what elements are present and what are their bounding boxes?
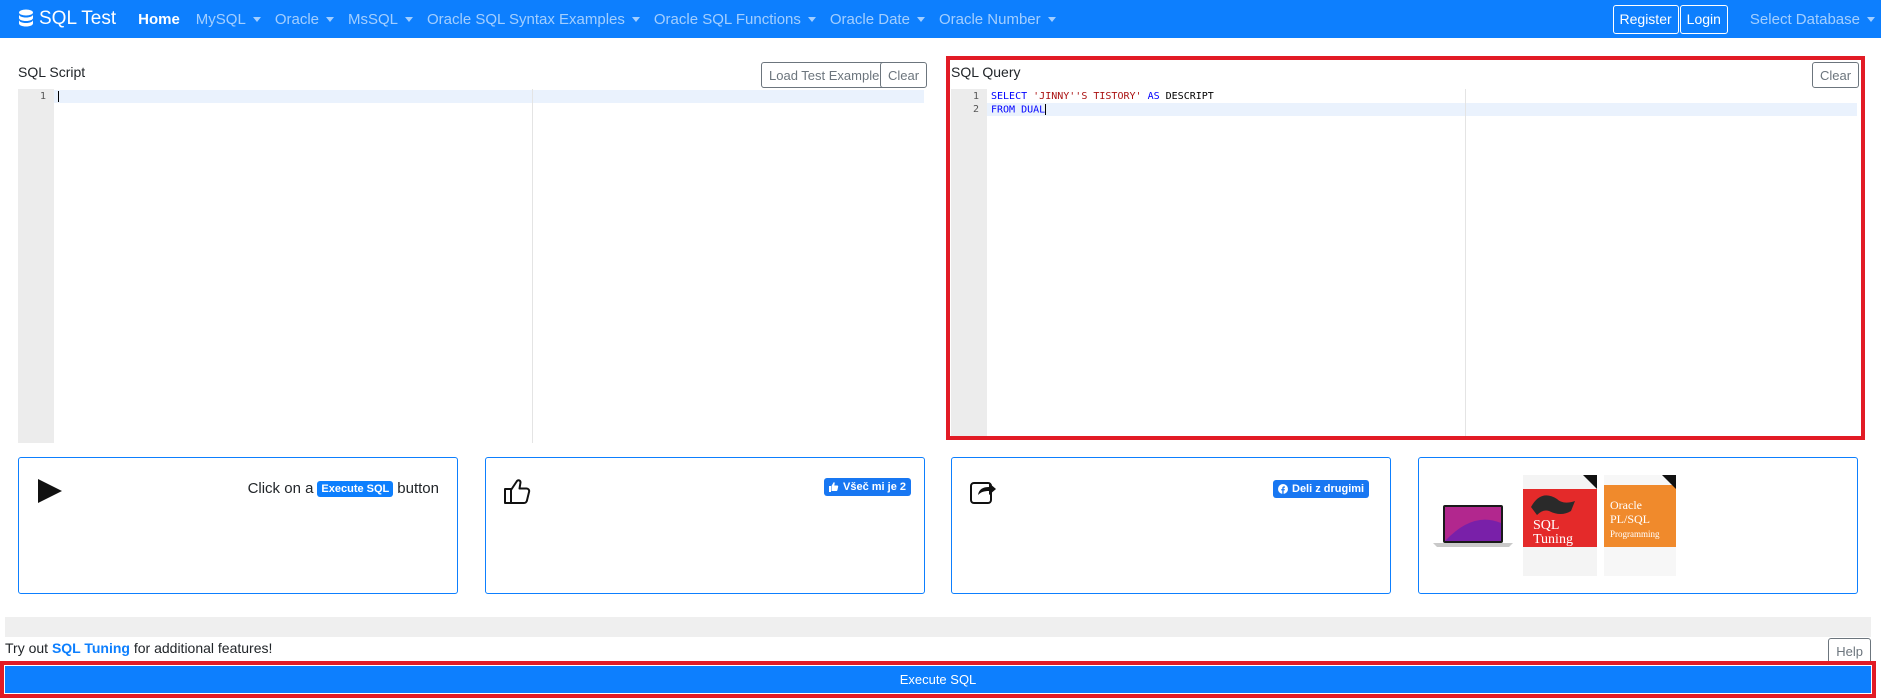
sql-script-editor[interactable]: 1	[18, 89, 924, 443]
sql-identifier: DESCRIPT	[1165, 91, 1214, 102]
nav-item-label: Oracle Number	[938, 10, 1041, 28]
caret-down-icon	[807, 16, 816, 22]
select-database-dropdown[interactable]: Select Database	[1750, 11, 1875, 28]
nav-item-oracle-number[interactable]: Oracle Number	[939, 11, 1056, 28]
play-icon	[38, 479, 62, 503]
nav-item-mysql[interactable]: MySQL	[196, 11, 261, 28]
login-button[interactable]: Login	[1679, 4, 1728, 34]
sql-tuning-link[interactable]: SQL Tuning	[52, 640, 130, 656]
caret-down-icon	[916, 16, 925, 22]
thumbs-up-icon	[829, 482, 839, 492]
sql-keyword: FROM	[991, 104, 1016, 116]
database-icon	[19, 9, 33, 27]
thumbs-up-icon	[504, 479, 531, 504]
nav-item-label: MySQL	[195, 10, 246, 28]
code-line: FROM DUAL	[991, 104, 1047, 116]
nav-item-label: MsSQL	[348, 10, 399, 28]
share-card: Deli z drugimi	[951, 457, 1391, 594]
caret-down-icon	[252, 16, 261, 22]
sql-keyword: AS	[1147, 91, 1160, 102]
load-test-example-button[interactable]: Load Test Example	[761, 62, 888, 88]
nav-item-oracle-sql-syntax[interactable]: Oracle SQL Syntax Examples	[427, 11, 640, 28]
line-gutter	[951, 89, 987, 436]
line-gutter	[18, 89, 54, 443]
like-card: Všeč mi je 2	[485, 457, 925, 594]
print-margin	[1465, 89, 1466, 436]
caret-down-icon	[1867, 16, 1875, 22]
plsql-book-title: Oracle	[1610, 498, 1642, 512]
laptop-image[interactable]	[1433, 503, 1513, 551]
sql-script-title: SQL Script	[18, 64, 86, 80]
nav-item-label: Oracle SQL Functions	[653, 10, 801, 28]
nav-item-label: Oracle	[274, 10, 319, 28]
execute-hint-card: Click on a Execute SQL button	[18, 457, 458, 594]
nav-item-label: Home	[138, 10, 180, 28]
top-navbar: SQL Test Home MySQL Oracle MsSQL Oracle …	[0, 0, 1881, 38]
nav-item-label: Oracle SQL Syntax Examples	[427, 10, 625, 28]
sql-string: 'JINNY''S TISTORY'	[1033, 91, 1142, 102]
execute-hint-text: button	[397, 480, 439, 497]
nav-item-label: Oracle Date	[829, 10, 910, 28]
products-card: SQL Tuning Oracle PL/SQL Programming	[1418, 457, 1858, 594]
share-icon	[970, 482, 996, 504]
execute-hint-text: Click on a	[247, 480, 314, 497]
print-margin	[532, 89, 533, 443]
sql-tuning-book-title: Tuning	[1533, 532, 1573, 547]
execute-hint: Click on a Execute SQL button	[248, 480, 439, 497]
execute-sql-badge: Execute SQL	[317, 480, 394, 497]
nav-item-oracle[interactable]: Oracle	[275, 11, 334, 28]
nav-right: Register Login Select Database	[1612, 0, 1881, 38]
brand[interactable]: SQL Test	[18, 8, 116, 30]
nav-item-oracle-sql-functions[interactable]: Oracle SQL Functions	[654, 11, 816, 28]
clear-script-button[interactable]: Clear	[880, 62, 928, 88]
share-label: Deli z drugimi	[1292, 483, 1365, 495]
results-area	[5, 617, 1871, 637]
brand-label: SQL Test	[39, 8, 117, 29]
clear-query-button[interactable]: Clear	[1812, 62, 1860, 88]
execute-sql-button[interactable]: Execute SQL	[5, 666, 1871, 693]
sql-identifier: DUAL	[1021, 104, 1046, 116]
try-text-pre: Try out	[5, 640, 49, 656]
try-sql-tuning-text: Try out SQL Tuning for additional featur…	[5, 640, 272, 656]
code-line	[58, 91, 59, 103]
caret-down-icon	[405, 16, 414, 22]
nav-menu: Home MySQL Oracle MsSQL Oracle SQL Synta…	[138, 11, 1070, 28]
try-text-post: for additional features!	[133, 640, 273, 656]
nav-item-mssql[interactable]: MsSQL	[348, 10, 414, 28]
text-cursor	[1045, 104, 1047, 115]
caret-down-icon	[1047, 16, 1056, 22]
line-number: 1	[39, 91, 46, 102]
sql-tuning-book-cover[interactable]: SQL Tuning	[1523, 475, 1597, 576]
code-line: SELECT 'JINNY''S TISTORY' AS DESCRIPT	[991, 91, 1214, 102]
caret-down-icon	[631, 16, 640, 22]
sql-tuning-book-title: SQL	[1533, 518, 1559, 533]
facebook-share-button[interactable]: Deli z drugimi	[1273, 480, 1370, 498]
active-line	[987, 103, 1857, 116]
line-number: 1	[972, 91, 979, 102]
facebook-like-button[interactable]: Všeč mi je 2	[824, 478, 911, 496]
plsql-book-title: PL/SQL	[1610, 512, 1650, 526]
select-database-label: Select Database	[1749, 10, 1860, 28]
plsql-book-cover[interactable]: Oracle PL/SQL Programming	[1604, 475, 1676, 576]
sql-query-editor[interactable]: 1 2 SELECT 'JINNY''S TISTORY' AS DESCRIP…	[951, 89, 1857, 436]
line-number: 2	[972, 104, 979, 115]
sql-keyword: SELECT	[991, 91, 1028, 102]
plsql-book-title: Programming	[1610, 529, 1660, 539]
caret-down-icon	[326, 16, 334, 22]
nav-item-home[interactable]: Home	[138, 11, 180, 28]
active-line	[54, 90, 924, 103]
nav-item-oracle-date[interactable]: Oracle Date	[830, 11, 925, 28]
register-button[interactable]: Register	[1612, 4, 1679, 34]
like-label: Všeč mi je 2	[843, 481, 906, 493]
facebook-icon	[1278, 484, 1288, 494]
text-cursor	[58, 91, 59, 102]
sql-query-title: SQL Query	[951, 64, 1021, 80]
